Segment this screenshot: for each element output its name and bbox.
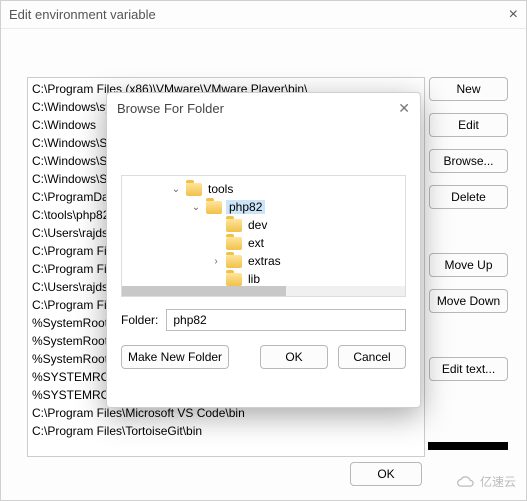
tree-node-dev[interactable]: dev — [122, 216, 406, 234]
tree-node-extras[interactable]: › extras — [122, 252, 406, 270]
tree-label: tools — [206, 182, 235, 196]
tree-label: lib — [246, 272, 262, 286]
ok-button[interactable]: OK — [350, 462, 422, 486]
dialog-buttons: Make New Folder OK Cancel — [121, 345, 406, 369]
cloud-icon — [456, 475, 476, 489]
folder-icon — [226, 273, 242, 286]
folder-icon — [226, 237, 242, 250]
edit-button[interactable]: Edit — [429, 113, 508, 137]
new-button[interactable]: New — [429, 77, 508, 101]
move-down-button[interactable]: Move Down — [429, 289, 508, 313]
close-icon[interactable]: × — [509, 6, 518, 24]
folder-input[interactable] — [166, 309, 406, 331]
window-title: Edit environment variable — [9, 7, 509, 22]
tree-node-php82[interactable]: ⌄ php82 — [122, 198, 406, 216]
tree-label: php82 — [226, 200, 265, 214]
chevron-down-icon[interactable]: ⌄ — [190, 202, 202, 213]
decoration-bar — [428, 442, 508, 450]
horizontal-scrollbar[interactable] — [122, 286, 405, 296]
folder-tree[interactable]: ⌄ tools ⌄ php82 dev ext › — [121, 175, 406, 297]
chevron-down-icon[interactable]: ⌄ — [170, 184, 182, 195]
close-icon[interactable]: ✕ — [398, 100, 410, 117]
edit-text-button[interactable]: Edit text... — [429, 357, 508, 381]
make-new-folder-button[interactable]: Make New Folder — [121, 345, 229, 369]
folder-icon — [226, 219, 242, 232]
folder-label: Folder: — [121, 313, 158, 327]
watermark-text: 亿速云 — [480, 473, 516, 490]
tree-node-tools[interactable]: ⌄ tools — [122, 180, 406, 198]
folder-field-row: Folder: — [121, 309, 406, 331]
folder-icon — [206, 201, 222, 214]
tree-label: extras — [246, 254, 283, 268]
ok-button[interactable]: OK — [260, 345, 328, 369]
folder-icon — [186, 183, 202, 196]
titlebar: Edit environment variable × — [1, 1, 526, 29]
delete-button[interactable]: Delete — [429, 185, 508, 209]
dialog-titlebar: Browse For Folder ✕ — [107, 93, 420, 123]
tree-label: dev — [246, 218, 269, 232]
scrollbar-thumb[interactable] — [122, 286, 286, 296]
tree-node-ext[interactable]: ext — [122, 234, 406, 252]
browse-button[interactable]: Browse... — [429, 149, 508, 173]
browse-folder-dialog: Browse For Folder ✕ ⌄ tools ⌄ php82 dev — [106, 92, 421, 408]
dialog-title: Browse For Folder — [117, 101, 398, 116]
tree-label: ext — [246, 236, 266, 250]
watermark: 亿速云 — [456, 473, 516, 490]
folder-icon — [226, 255, 242, 268]
move-up-button[interactable]: Move Up — [429, 253, 508, 277]
side-buttons: New Edit Browse... Delete Move Up Move D… — [429, 77, 508, 381]
chevron-right-icon[interactable]: › — [210, 256, 222, 267]
list-item[interactable]: C:\Program Files\TortoiseGit\bin — [28, 422, 424, 440]
cancel-button[interactable]: Cancel — [338, 345, 406, 369]
